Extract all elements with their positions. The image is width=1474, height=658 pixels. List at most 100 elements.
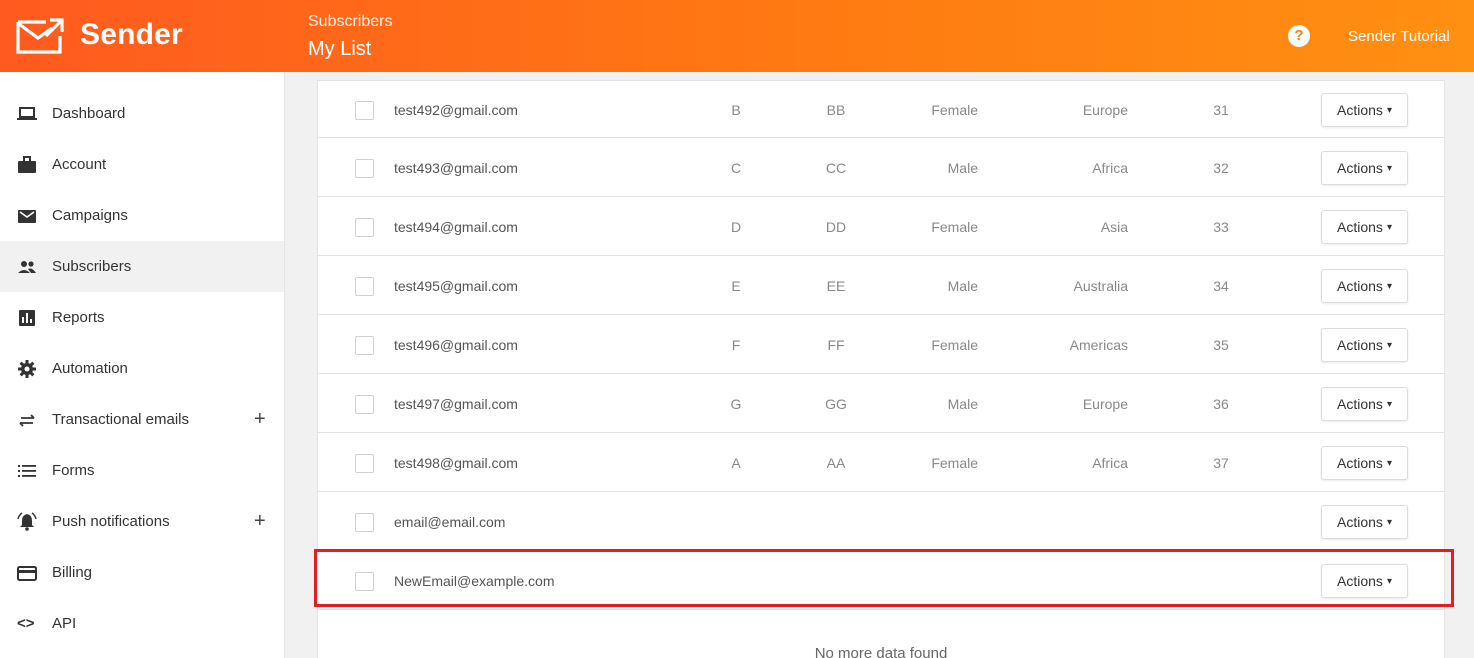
expand-plus-icon[interactable]: + — [254, 510, 266, 533]
row-checkbox[interactable] — [355, 513, 374, 532]
subscribers-table: test492@gmail.com B BB Female Europe 31 … — [317, 80, 1445, 658]
actions-button[interactable]: Actions ▾ — [1321, 269, 1408, 303]
actions-label: Actions — [1337, 514, 1383, 530]
row-checkbox[interactable] — [355, 336, 374, 355]
expand-plus-icon[interactable]: + — [254, 408, 266, 431]
table-row: test494@gmail.com D DD Female Asia 33 Ac… — [318, 198, 1444, 256]
row-checkbox[interactable] — [355, 218, 374, 237]
field-cell: G — [730, 396, 742, 412]
sidebar-item-reports[interactable]: Reports — [0, 292, 284, 343]
actions-button[interactable]: Actions ▾ — [1321, 387, 1408, 421]
table-row: test496@gmail.com F FF Female Americas 3… — [318, 316, 1444, 374]
gear-icon — [17, 359, 37, 379]
sidebar-item-subscribers[interactable]: Subscribers — [0, 241, 284, 292]
field-cell: DD — [825, 219, 847, 235]
email-cell[interactable]: test496@gmail.com — [394, 337, 518, 353]
bar-chart-icon — [17, 308, 37, 328]
number-cell: 32 — [1213, 160, 1229, 176]
field-cell: E — [731, 278, 741, 294]
email-cell[interactable]: test492@gmail.com — [394, 102, 518, 118]
actions-button[interactable]: Actions ▾ — [1321, 505, 1408, 539]
actions-button[interactable]: Actions ▾ — [1321, 328, 1408, 362]
row-checkbox[interactable] — [355, 572, 374, 591]
row-checkbox[interactable] — [355, 101, 374, 120]
field-cell: GG — [825, 396, 847, 412]
table-row: test495@gmail.com E EE Male Australia 34… — [318, 257, 1444, 315]
email-cell[interactable]: test495@gmail.com — [394, 278, 518, 294]
sidebar-item-label: Dashboard — [52, 105, 126, 122]
actions-label: Actions — [1337, 455, 1383, 471]
sidebar-item-api[interactable]: <> API — [0, 598, 284, 649]
field-cell: A — [731, 455, 741, 471]
row-checkbox[interactable] — [355, 159, 374, 178]
email-cell[interactable]: NewEmail@example.com — [394, 573, 554, 589]
table-row-new-email: NewEmail@example.com Actions ▾ — [318, 552, 1444, 610]
row-checkbox[interactable] — [355, 395, 374, 414]
sidebar-item-campaigns[interactable]: Campaigns — [0, 190, 284, 241]
region-cell: Americas — [1069, 337, 1128, 353]
chevron-down-icon: ▾ — [1386, 575, 1392, 587]
envelope-logo-icon — [16, 18, 64, 54]
gender-cell: Male — [947, 396, 978, 412]
field-cell: C — [730, 160, 742, 176]
briefcase-icon — [17, 155, 37, 175]
credit-card-icon — [17, 563, 37, 583]
sidebar-item-push-notifications[interactable]: Push notifications + — [0, 496, 284, 547]
email-cell[interactable]: test493@gmail.com — [394, 160, 518, 176]
actions-button[interactable]: Actions ▾ — [1321, 151, 1408, 185]
region-cell: Europe — [1082, 396, 1128, 412]
gender-cell: Female — [931, 455, 978, 471]
field-cell: FF — [827, 337, 845, 353]
sidebar-item-label: Campaigns — [52, 207, 128, 224]
actions-button[interactable]: Actions ▾ — [1321, 564, 1408, 598]
logo-text: Sender — [80, 18, 183, 51]
row-checkbox[interactable] — [355, 277, 374, 296]
field-cell: D — [730, 219, 742, 235]
sidebar-item-label: Account — [52, 156, 107, 173]
chevron-down-icon: ▾ — [1386, 162, 1392, 174]
top-bar: Sender Subscribers My List ? Sender Tuto… — [0, 0, 1474, 72]
actions-button[interactable]: Actions ▾ — [1321, 210, 1408, 244]
list-icon — [17, 461, 37, 481]
sidebar-item-label: Reports — [52, 309, 105, 326]
actions-label: Actions — [1337, 278, 1383, 294]
code-icon: <> — [17, 614, 35, 632]
table-row: test497@gmail.com G GG Male Europe 36 Ac… — [318, 375, 1444, 433]
actions-label: Actions — [1337, 219, 1383, 235]
breadcrumb-section[interactable]: Subscribers — [308, 13, 392, 31]
region-cell: Africa — [1092, 160, 1128, 176]
email-cell[interactable]: test494@gmail.com — [394, 219, 518, 235]
envelope-icon — [17, 206, 37, 226]
sidebar: Dashboard Account Campaigns Subscribers … — [0, 72, 285, 658]
sidebar-item-label: Automation — [52, 360, 128, 377]
sidebar-item-account[interactable]: Account — [0, 139, 284, 190]
sidebar-item-label: Transactional emails — [52, 411, 189, 428]
sidebar-item-forms[interactable]: Forms — [0, 445, 284, 496]
sidebar-item-transactional-emails[interactable]: Transactional emails + — [0, 394, 284, 445]
email-cell[interactable]: test498@gmail.com — [394, 455, 518, 471]
number-cell: 36 — [1213, 396, 1229, 412]
breadcrumb: Subscribers My List — [308, 13, 392, 61]
page-title: My List — [308, 38, 372, 60]
gender-cell: Female — [931, 102, 978, 118]
email-cell[interactable]: test497@gmail.com — [394, 396, 518, 412]
sidebar-item-billing[interactable]: Billing — [0, 547, 284, 598]
number-cell: 33 — [1213, 219, 1229, 235]
field-cell: EE — [826, 278, 846, 294]
field-cell: CC — [825, 160, 847, 176]
row-checkbox[interactable] — [355, 454, 374, 473]
table-row: test492@gmail.com B BB Female Europe 31 … — [318, 80, 1444, 138]
chevron-down-icon: ▾ — [1386, 398, 1392, 410]
sidebar-item-dashboard[interactable]: Dashboard — [0, 88, 284, 139]
actions-label: Actions — [1337, 337, 1383, 353]
region-cell: Australia — [1073, 278, 1128, 294]
sender-logo[interactable]: Sender — [16, 16, 183, 54]
gender-cell: Male — [947, 160, 978, 176]
email-cell[interactable]: email@email.com — [394, 514, 505, 530]
actions-button[interactable]: Actions ▾ — [1321, 446, 1408, 480]
actions-button[interactable]: Actions ▾ — [1321, 93, 1408, 127]
help-icon[interactable]: ? — [1288, 25, 1310, 47]
chevron-down-icon: ▾ — [1386, 221, 1392, 233]
sidebar-item-automation[interactable]: Automation — [0, 343, 284, 394]
user-menu[interactable]: Sender Tutorial — [1348, 28, 1450, 45]
